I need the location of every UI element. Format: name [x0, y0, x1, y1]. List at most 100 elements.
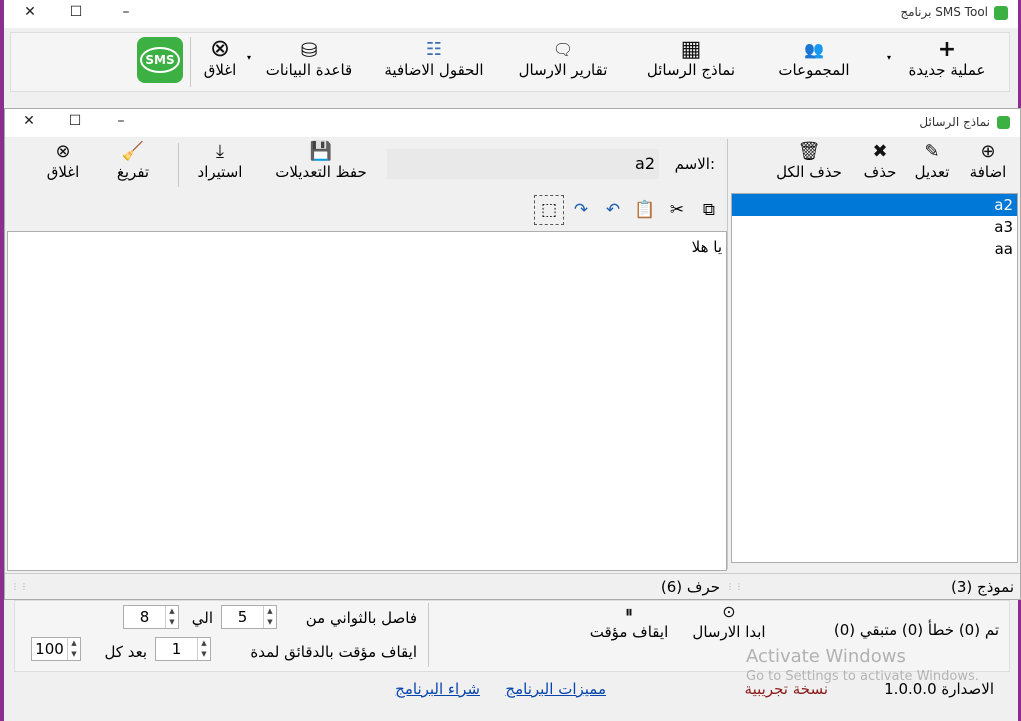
message-text[interactable]: يا هلا	[692, 238, 722, 256]
send-reports-button[interactable]: 🗨 تقارير الارسال	[507, 39, 619, 79]
dialog-maximize-button[interactable]: ☐	[65, 111, 85, 131]
name-value[interactable]: a2	[635, 154, 655, 173]
main-title: برنامج SMS Tool	[900, 5, 988, 19]
templates-button[interactable]: ▦ نماذج الرسائل	[631, 37, 751, 80]
main-toolbar: + عملية جديدة ▾ 👥 المجموعات ▦ نماذج الرس…	[10, 32, 1010, 92]
edit-template-label: تعديل	[914, 163, 950, 181]
dialog-minimize-button[interactable]: –	[111, 111, 131, 131]
save-changes-button[interactable]: 💾 حفظ التعديلات	[263, 141, 379, 181]
import-label: استيراد	[197, 163, 243, 181]
clear-button[interactable]: 🧹 تفريغ	[105, 141, 161, 181]
report-icon: 🗨	[552, 40, 574, 59]
spin-arrows-icon[interactable]: ▲ ▼	[263, 606, 276, 628]
toolbar-separator	[190, 37, 191, 87]
main-close-label: اغلاق	[203, 61, 237, 79]
templates-icon: ▦	[680, 37, 702, 62]
new-operation-label: عملية جديدة	[908, 61, 986, 79]
activation-watermark-title: Activate Windows	[746, 646, 906, 667]
buy-link[interactable]: شراء البرنامج	[395, 680, 480, 698]
pause-minutes-spinner[interactable]: 1 ▲ ▼	[155, 637, 211, 661]
start-send-button[interactable]: ⊙ ابدا الارسال	[679, 601, 779, 641]
interval-from-value[interactable]: 5	[222, 608, 263, 626]
select-all-button[interactable]: ⬚	[534, 195, 564, 225]
sms-logo-text: SMS	[140, 47, 180, 73]
maximize-window-button[interactable]: ☐	[66, 2, 86, 22]
list-toolbar: ⊕ اضافة ✎ تعديل ✖ حذف 🗑 حذف الكل	[730, 139, 1020, 191]
dropdown-arrow-icon[interactable]: ▾	[887, 53, 891, 62]
features-link[interactable]: مميزات البرنامج	[505, 680, 606, 698]
char-count: (6) حرف	[660, 578, 720, 596]
database-icon: ⛁	[300, 38, 318, 62]
pause-minutes-label: ايقاف مؤقت بالدقائق لمدة	[250, 643, 417, 661]
sms-logo: SMS	[137, 37, 183, 83]
resize-grip-icon[interactable]: ⋮⋮	[726, 582, 744, 591]
clear-label: تفريغ	[116, 163, 150, 181]
every-count-spinner[interactable]: 100 ▲ ▼	[31, 637, 81, 661]
save-changes-label: حفظ التعديلات	[275, 163, 367, 181]
dialog-app-icon	[997, 116, 1010, 129]
pause-minutes-value[interactable]: 1	[156, 640, 197, 658]
name-label: الاسم:	[674, 155, 715, 173]
template-list[interactable]: a2 a3 aa	[731, 193, 1018, 563]
redo-button[interactable]: ↷	[566, 195, 596, 225]
message-editor[interactable]: يا هلا	[7, 231, 727, 571]
plus-icon: +	[937, 37, 957, 62]
template-count: (3) نموذج	[951, 578, 1014, 596]
cut-button[interactable]: ✂	[662, 195, 692, 225]
pause-icon: ⏸	[624, 602, 633, 621]
close-window-button[interactable]: ✕	[20, 2, 40, 22]
undo-button[interactable]: ↶	[598, 195, 628, 225]
delete-all-button[interactable]: 🗑 حذف الكل	[766, 141, 852, 181]
edit-template-button[interactable]: ✎ تعديل	[906, 141, 958, 181]
list-item[interactable]: a2	[732, 194, 1017, 216]
pane-divider[interactable]	[727, 139, 728, 569]
interval-to-spinner[interactable]: 8 ▲ ▼	[123, 605, 179, 629]
groups-label: المجموعات	[778, 61, 850, 79]
resize-grip-icon[interactable]: ⋮⋮	[11, 582, 29, 591]
dialog-close-action-button[interactable]: ⊗ اغلاق	[35, 141, 91, 181]
close-circle-icon: ⊗	[55, 141, 71, 162]
new-operation-button[interactable]: + عملية جديدة	[897, 37, 997, 80]
name-field[interactable]: a2	[387, 149, 659, 179]
users-icon: 👥	[804, 40, 824, 59]
add-circle-icon: ⊕	[980, 141, 996, 162]
pause-button[interactable]: ⏸ ايقاف مؤقت	[579, 601, 679, 641]
send-counts: (0) تم (0) خطأ (0) متبقي	[833, 621, 999, 639]
app-icon	[994, 6, 1008, 20]
extra-fields-button[interactable]: ☷ الحقول الاضافية	[371, 39, 497, 79]
every-label: بعد كل	[104, 643, 147, 661]
undo-icon: ↶	[605, 200, 621, 220]
delete-x-icon: ✖	[872, 141, 888, 162]
send-reports-label: تقارير الارسال	[518, 61, 608, 79]
groups-button[interactable]: 👥 المجموعات	[759, 39, 869, 79]
extra-fields-label: الحقول الاضافية	[384, 61, 484, 79]
interval-label: فاصل بالثواني من	[305, 609, 417, 627]
main-titlebar: ✕ ☐ – برنامج SMS Tool	[4, 0, 1018, 28]
copy-button[interactable]: ⧉	[694, 195, 724, 225]
spin-arrows-icon[interactable]: ▲ ▼	[165, 606, 178, 628]
paste-button[interactable]: 📋	[630, 195, 660, 225]
spin-arrows-icon[interactable]: ▲ ▼	[197, 638, 210, 660]
edit-tools-bar: ⧉ ✂ 📋 ↶ ↷ ⬚	[524, 195, 724, 227]
interval-to-value[interactable]: 8	[124, 608, 165, 626]
dialog-titlebar: ✕ ☐ – نماذج الرسائل	[5, 109, 1020, 137]
list-item[interactable]: a3	[732, 216, 1017, 238]
import-button[interactable]: ⤓ استيراد	[185, 141, 255, 181]
close-circle-icon: ⊗	[209, 34, 231, 62]
paste-icon: 📋	[634, 200, 656, 220]
dropdown-arrow-icon[interactable]: ▾	[247, 53, 251, 62]
interval-from-spinner[interactable]: 5 ▲ ▼	[221, 605, 277, 629]
main-close-button[interactable]: ⊗ اغلاق	[195, 35, 245, 79]
add-template-button[interactable]: ⊕ اضافة	[962, 141, 1014, 181]
delete-template-button[interactable]: ✖ حذف	[856, 141, 904, 181]
spin-arrows-icon[interactable]: ▲ ▼	[67, 638, 80, 660]
interval-to-label: الي	[191, 609, 213, 627]
list-item[interactable]: aa	[732, 238, 1017, 260]
every-count-value[interactable]: 100	[32, 640, 67, 658]
redo-icon: ↷	[573, 200, 589, 220]
status-separator	[428, 603, 429, 667]
database-button[interactable]: ⛁ قاعدة البيانات	[253, 39, 365, 79]
minimize-window-button[interactable]: –	[116, 2, 136, 22]
pause-label: ايقاف مؤقت	[589, 623, 669, 641]
dialog-close-button[interactable]: ✕	[19, 111, 39, 131]
